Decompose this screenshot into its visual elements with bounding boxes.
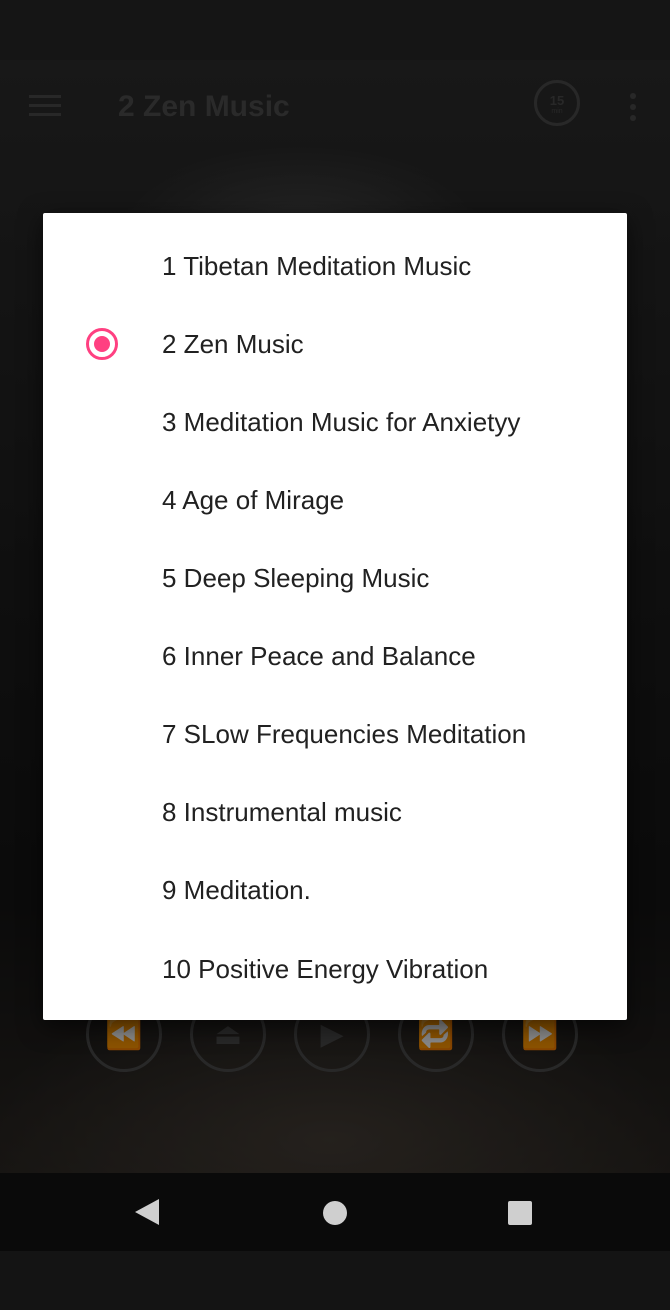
- track-option[interactable]: 10 Positive Energy Vibration: [43, 930, 627, 1008]
- track-option-selected[interactable]: 2 Zen Music: [43, 305, 627, 383]
- track-option[interactable]: 5 Deep Sleeping Music: [43, 539, 627, 617]
- track-option-label: 5 Deep Sleeping Music: [162, 563, 430, 593]
- navigation-bar: [0, 1173, 670, 1251]
- track-select-dialog: 1 Tibetan Meditation Music 2 Zen Music 3…: [43, 213, 627, 1020]
- track-option[interactable]: 1 Tibetan Meditation Music: [43, 227, 627, 305]
- home-icon[interactable]: [323, 1201, 347, 1225]
- track-option[interactable]: 9 Meditation.: [43, 851, 627, 929]
- track-option-label: 9 Meditation.: [162, 875, 311, 905]
- track-option-label: 2 Zen Music: [162, 329, 304, 359]
- track-option-label: 3 Meditation Music for Anxietyy: [162, 407, 521, 437]
- track-option-label: 7 SLow Frequencies Meditation: [162, 719, 527, 749]
- bottom-strip: [0, 1251, 670, 1310]
- track-option-label: 6 Inner Peace and Balance: [162, 641, 476, 671]
- track-option-label: 10 Positive Energy Vibration: [162, 954, 489, 984]
- track-option-label: 8 Instrumental music: [162, 797, 402, 827]
- track-option-label: 1 Tibetan Meditation Music: [162, 251, 472, 281]
- track-option[interactable]: 3 Meditation Music for Anxietyy: [43, 383, 627, 461]
- recents-icon[interactable]: [508, 1201, 532, 1225]
- back-icon[interactable]: [135, 1199, 159, 1225]
- track-option[interactable]: 8 Instrumental music: [43, 773, 627, 851]
- track-option[interactable]: 7 SLow Frequencies Meditation: [43, 695, 627, 773]
- track-option-label: 4 Age of Mirage: [162, 485, 345, 515]
- track-option[interactable]: 4 Age of Mirage: [43, 461, 627, 539]
- status-bar: [0, 0, 670, 60]
- radio-dot: [94, 336, 110, 352]
- radio-selected-icon[interactable]: [86, 328, 118, 360]
- track-option[interactable]: 6 Inner Peace and Balance: [43, 617, 627, 695]
